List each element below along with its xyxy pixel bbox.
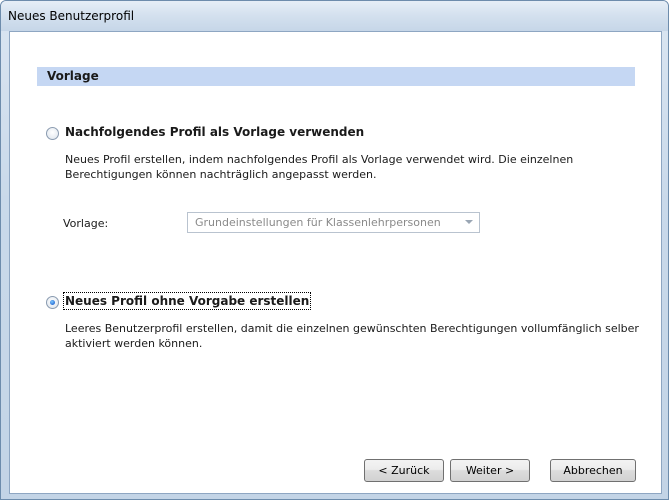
section-header: Vorlage — [37, 67, 635, 86]
next-button[interactable]: Weiter > — [450, 459, 530, 482]
radio-use-template[interactable] — [46, 127, 59, 140]
dialog-window: Neues Benutzerprofil Vorlage Nachfolgend… — [0, 0, 669, 500]
option-blank-profile-description: Leeres Benutzerprofil erstellen, damit d… — [65, 322, 639, 350]
title-bar[interactable]: Neues Benutzerprofil — [1, 1, 668, 31]
option-blank-profile-title[interactable]: Neues Profil ohne Vorgabe erstellen — [62, 292, 312, 310]
template-select-value: Grundeinstellungen für Klassenlehrperson… — [195, 216, 441, 229]
radio-selected-dot — [50, 300, 55, 305]
radio-blank-profile[interactable] — [46, 296, 59, 309]
chevron-down-icon — [465, 220, 473, 224]
option-use-template-description: Neues Profil erstellen, indem nachfolgen… — [65, 153, 574, 181]
template-label: Vorlage: — [63, 217, 109, 230]
template-select[interactable]: Grundeinstellungen für Klassenlehrperson… — [187, 212, 480, 233]
window-title: Neues Benutzerprofil — [8, 9, 135, 23]
option-use-template-title[interactable]: Nachfolgendes Profil als Vorlage verwend… — [65, 125, 364, 139]
section-title: Vorlage — [47, 69, 99, 83]
cancel-button[interactable]: Abbrechen — [550, 459, 636, 482]
back-button[interactable]: < Zurück — [364, 459, 444, 482]
dialog-content: Vorlage Nachfolgendes Profil als Vorlage… — [9, 31, 662, 494]
